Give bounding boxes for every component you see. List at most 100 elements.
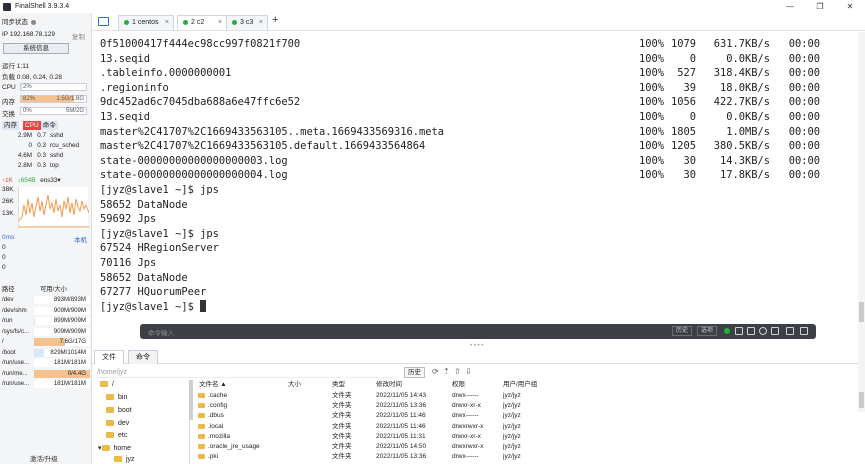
terminal-line: [jyz@slave1 ~]$ jps bbox=[100, 227, 219, 241]
col-name-header[interactable]: 文件名 ▲ bbox=[199, 380, 227, 390]
sort-by-cpu-tab[interactable]: CPU bbox=[23, 121, 41, 130]
tree-item-home[interactable]: ▾ home bbox=[98, 444, 131, 452]
terminal-line-text: 59692 Jps bbox=[100, 213, 157, 226]
transfer-percent: 100% bbox=[638, 67, 664, 80]
disk-row: /run/use... 181M/181M bbox=[2, 379, 90, 389]
file-row[interactable]: .oracle_jre_usage 文件夹 2022/11/05 14:50 drwx… bbox=[196, 442, 556, 452]
activate-upgrade-link[interactable]: 激活/升级 bbox=[30, 453, 58, 463]
up-dir-icon[interactable]: ⇡ bbox=[443, 368, 450, 376]
scrollbar-thumb-lower[interactable] bbox=[859, 392, 864, 408]
col-owner-header[interactable]: 用户/用户组 bbox=[503, 380, 537, 390]
download-icon[interactable] bbox=[786, 327, 794, 335]
net-scale-mid: 26K bbox=[2, 198, 14, 205]
file-owner: jyz/jyz bbox=[503, 412, 521, 420]
sync-dot-icon bbox=[31, 19, 36, 25]
copy-ip-link[interactable]: 复制 bbox=[72, 31, 85, 41]
col-type-header[interactable]: 类型 bbox=[332, 380, 345, 390]
ping-host[interactable]: 本机 bbox=[74, 234, 87, 244]
file-row[interactable]: .local 文件夹 2022/11/05 11:46 drwxrwxr-x jyz/j… bbox=[196, 422, 556, 432]
right-scrollbar[interactable] bbox=[858, 32, 865, 412]
file-mtime: 2022/11/05 11:46 bbox=[376, 422, 426, 430]
file-perm: drwxr-xr-x bbox=[452, 402, 481, 410]
disk-path: /run/use... bbox=[2, 380, 30, 387]
folder-icon[interactable] bbox=[98, 17, 109, 26]
tab-session-1[interactable]: 1 centos × bbox=[118, 15, 174, 30]
file-row[interactable]: .dbus 文件夹 2022/11/05 11:46 drwx------ jyz/jy… bbox=[196, 411, 556, 421]
tree-item-boot[interactable]: boot bbox=[106, 407, 132, 414]
terminal-line-text: 67524 HRegionServer bbox=[100, 242, 219, 255]
file-owner: jyz/jyz bbox=[503, 432, 521, 440]
close-tab-icon[interactable]: × bbox=[259, 16, 263, 30]
close-tab-icon[interactable]: × bbox=[218, 16, 222, 30]
expand-icon[interactable]: ▾ bbox=[98, 445, 102, 452]
terminal-line: 67277 HQuorumPeer bbox=[100, 285, 206, 299]
tree-item-jyz[interactable]: jyz bbox=[114, 456, 135, 463]
tree-item-label: / bbox=[112, 381, 114, 388]
close-button[interactable]: ✕ bbox=[835, 0, 865, 13]
transfer-percent: 100% bbox=[638, 81, 664, 94]
col-size-header[interactable]: 大小 bbox=[288, 380, 301, 390]
path-input[interactable]: /home/jyz bbox=[95, 367, 395, 378]
network-interface-select[interactable]: ens33 bbox=[40, 177, 57, 184]
file-row[interactable]: .config 文件夹 2022/11/05 13:36 drwxr-xr-x jyz/… bbox=[196, 401, 556, 411]
path-history-button[interactable]: 历史 bbox=[404, 367, 425, 378]
scrollbar-thumb[interactable] bbox=[859, 302, 864, 322]
folder-icon bbox=[198, 403, 205, 409]
session-tab-bar: 1 centos × 2 c2 × 3 c3 × + bbox=[92, 13, 865, 31]
folder-icon bbox=[106, 420, 114, 427]
search-icon[interactable] bbox=[759, 327, 767, 335]
upload-icon[interactable]: ⇧ bbox=[454, 368, 461, 376]
sort-by-memory-tab[interactable]: 内存 bbox=[2, 121, 19, 130]
file-name: .mozilla bbox=[208, 432, 231, 440]
sync-status: 同步状态 bbox=[2, 16, 36, 26]
sort-by-command-tab[interactable]: 命令 bbox=[40, 121, 58, 130]
file-row[interactable]: .cache 文件夹 2022/11/05 14:43 drwx------ jyz/j… bbox=[196, 391, 556, 401]
transfer-rate: 0.0KB/s bbox=[726, 111, 770, 123]
folder-icon bbox=[106, 394, 114, 401]
terminal-output[interactable]: 0f51000417f444ec98cc997f0821f700 100% 1079… bbox=[92, 32, 857, 344]
disk-row: /dev/shm 909M/909M bbox=[2, 306, 90, 316]
app-logo-icon bbox=[3, 2, 11, 11]
disk-path-header: 路径 bbox=[2, 286, 15, 293]
paste-icon[interactable] bbox=[747, 327, 755, 335]
terminal-line-text: 67277 HQuorumPeer bbox=[100, 286, 207, 299]
command-input[interactable]: 命令输入 bbox=[148, 327, 174, 337]
chevron-down-icon[interactable]: ▾ bbox=[57, 177, 60, 184]
copy-icon[interactable] bbox=[735, 327, 743, 335]
close-tab-icon[interactable]: × bbox=[165, 16, 169, 30]
layout-icon[interactable] bbox=[800, 327, 808, 335]
disk-table-header: 路径 可用/大小 bbox=[2, 284, 88, 293]
col-perm-header[interactable]: 权限 bbox=[452, 380, 465, 390]
tree-item-dev[interactable]: dev bbox=[106, 420, 129, 427]
file-owner: jyz/jyz bbox=[503, 422, 521, 430]
tree-item-bin[interactable]: bin bbox=[106, 394, 127, 401]
refresh-icon[interactable]: ⟳ bbox=[432, 368, 439, 376]
file-row[interactable]: .pki 文件夹 2022/11/05 13:36 drwx------ jyz/jyz bbox=[196, 452, 556, 462]
file-type: 文件夹 bbox=[332, 453, 352, 461]
tree-item-etc[interactable]: etc bbox=[106, 432, 127, 439]
connected-dot-icon bbox=[124, 19, 129, 25]
process-sort-tabs: 内存 CPU 命令 bbox=[2, 121, 88, 130]
command-history-button[interactable]: 历史 bbox=[672, 326, 693, 336]
title-bar: FinalShell 3.9.3.4 — ❐ ✕ bbox=[0, 0, 865, 13]
col-mtime-header[interactable]: 修改时间 bbox=[376, 380, 402, 390]
transfer-percent: 100% bbox=[638, 125, 664, 138]
tree-item-root[interactable]: / bbox=[100, 381, 114, 388]
command-options-button[interactable]: 选项 bbox=[697, 326, 718, 336]
file-row[interactable]: .mozilla 文件夹 2022/11/05 11:31 drwxr-xr-x jyz… bbox=[196, 432, 556, 442]
tab-commands[interactable]: 命令 bbox=[128, 350, 158, 364]
system-info-button[interactable]: 系统信息 bbox=[3, 43, 69, 54]
tree-scrollbar[interactable] bbox=[189, 380, 193, 420]
process-row: 4.6M 0.3 sshd bbox=[4, 152, 88, 159]
download-icon[interactable]: ⇩ bbox=[465, 368, 472, 376]
maximize-button[interactable]: ❐ bbox=[805, 0, 835, 13]
tab-session-2[interactable]: 2 c2 × bbox=[177, 15, 227, 30]
memory-meter: 82% 1.5G/1.8G bbox=[20, 95, 87, 103]
disk-path: /dev bbox=[2, 296, 14, 303]
add-tab-button[interactable]: + bbox=[272, 14, 278, 26]
tab-session-3[interactable]: 3 c3 × bbox=[226, 15, 268, 30]
settings-icon[interactable] bbox=[771, 327, 779, 335]
tab-files[interactable]: 文件 bbox=[94, 350, 124, 364]
process-cpu: 0.3 bbox=[37, 152, 46, 159]
minimize-button[interactable]: — bbox=[775, 0, 805, 13]
